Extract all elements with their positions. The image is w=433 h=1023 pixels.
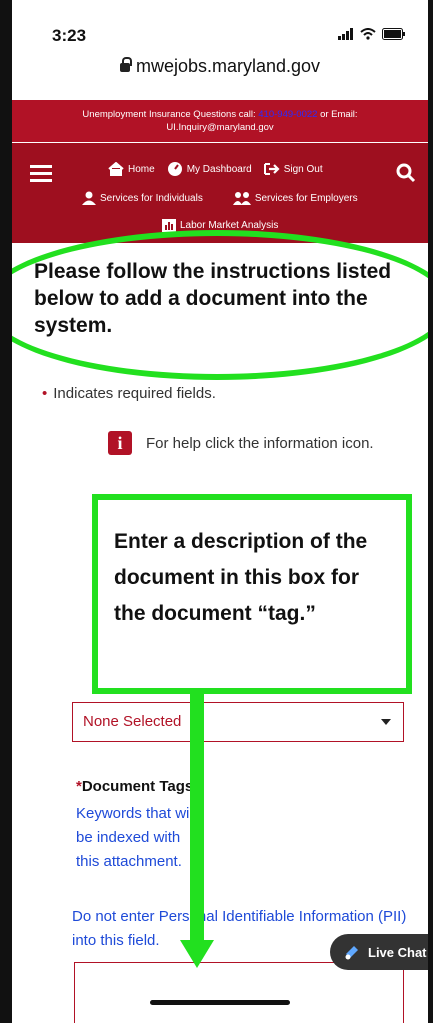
banner-prefix: Unemployment Insurance Questions call: bbox=[82, 109, 256, 120]
highlight-ellipse bbox=[12, 230, 428, 380]
required-marker: • bbox=[42, 385, 48, 402]
annotation-arrow-shaft bbox=[190, 680, 204, 950]
nav-individuals[interactable]: Services for Individuals bbox=[82, 191, 203, 205]
person-icon bbox=[82, 191, 96, 205]
phone-frame: 3:23 mwejobs.maryland.gov Unemployment I… bbox=[0, 0, 433, 1023]
home-icon bbox=[108, 162, 124, 176]
address-bar[interactable]: mwejobs.maryland.gov bbox=[12, 56, 428, 77]
dashboard-icon bbox=[167, 162, 182, 176]
search-icon[interactable] bbox=[396, 163, 416, 183]
nav-individuals-label: Services for Individuals bbox=[100, 192, 203, 204]
annotation-arrow-head bbox=[180, 940, 214, 968]
hamburger-menu-icon[interactable] bbox=[30, 165, 52, 183]
signal-icon bbox=[338, 28, 353, 40]
lock-icon bbox=[119, 57, 132, 72]
chat-icon bbox=[345, 946, 358, 960]
live-chat-label: Live Chat bbox=[368, 944, 427, 960]
document-type-select[interactable]: None Selected bbox=[72, 702, 404, 742]
nav-employers-label: Services for Employers bbox=[254, 192, 358, 204]
status-icons bbox=[338, 28, 406, 40]
annotation-callout: Enter a description of the document in t… bbox=[92, 494, 412, 694]
banner-suffix: or Email: bbox=[320, 109, 358, 120]
select-value: None Selected bbox=[83, 713, 182, 730]
nav-signout[interactable]: Sign Out bbox=[263, 162, 323, 176]
nav-dashboard-label: My Dashboard bbox=[186, 163, 252, 175]
help-text: For help click the information icon. bbox=[146, 434, 374, 452]
document-tags-textarea[interactable] bbox=[74, 962, 404, 1023]
employers-icon bbox=[232, 192, 251, 205]
battery-icon bbox=[382, 28, 405, 40]
wifi-icon bbox=[360, 28, 376, 40]
sign-out-icon bbox=[263, 163, 280, 175]
doc-tags-label: *Document Tags: bbox=[76, 778, 198, 795]
status-bar: 3:23 bbox=[12, 0, 428, 58]
required-note: • Indicates required fields. bbox=[42, 385, 216, 402]
doc-tags-help-line: Keywords that will bbox=[76, 805, 197, 822]
live-chat-button[interactable]: Live Chat bbox=[330, 934, 428, 970]
doc-tags-help-line: this attachment. bbox=[76, 853, 182, 870]
bar-chart-icon bbox=[162, 219, 176, 232]
nav-row-2: Services for Individuals Services for Em… bbox=[82, 191, 358, 205]
phone-screen: 3:23 mwejobs.maryland.gov Unemployment I… bbox=[12, 0, 428, 1023]
info-icon[interactable]: i bbox=[108, 431, 132, 455]
required-note-text: Indicates required fields. bbox=[53, 385, 216, 402]
nav-employers[interactable]: Services for Employers bbox=[232, 191, 358, 205]
nav-home-label: Home bbox=[128, 163, 155, 175]
nav-dashboard[interactable]: My Dashboard bbox=[167, 161, 252, 177]
doc-tags-help: Keywords that will be indexed with this … bbox=[76, 802, 196, 874]
home-indicator[interactable] bbox=[150, 1000, 290, 1005]
nav-signout-label: Sign Out bbox=[283, 163, 323, 175]
url-text: mwejobs.maryland.gov bbox=[135, 56, 321, 76]
help-line: i For help click the information icon. bbox=[108, 431, 374, 455]
doc-tags-help-line: be indexed with bbox=[76, 829, 181, 846]
nav-row-1: Home My Dashboard Sign Out bbox=[108, 161, 323, 177]
main-nav: Home My Dashboard Sign Out Services for … bbox=[12, 143, 428, 243]
chevron-down-icon bbox=[381, 719, 391, 725]
doc-tags-label-text: Document Tags: bbox=[81, 778, 199, 795]
status-time: 3:23 bbox=[52, 26, 87, 45]
banner-phone-link[interactable]: 410-949-0022 bbox=[258, 109, 317, 120]
ui-questions-banner: Unemployment Insurance Questions call: 4… bbox=[12, 100, 428, 142]
banner-email-link[interactable]: UI.Inquiry@maryland.gov bbox=[166, 122, 273, 133]
nav-home[interactable]: Home bbox=[108, 162, 155, 176]
